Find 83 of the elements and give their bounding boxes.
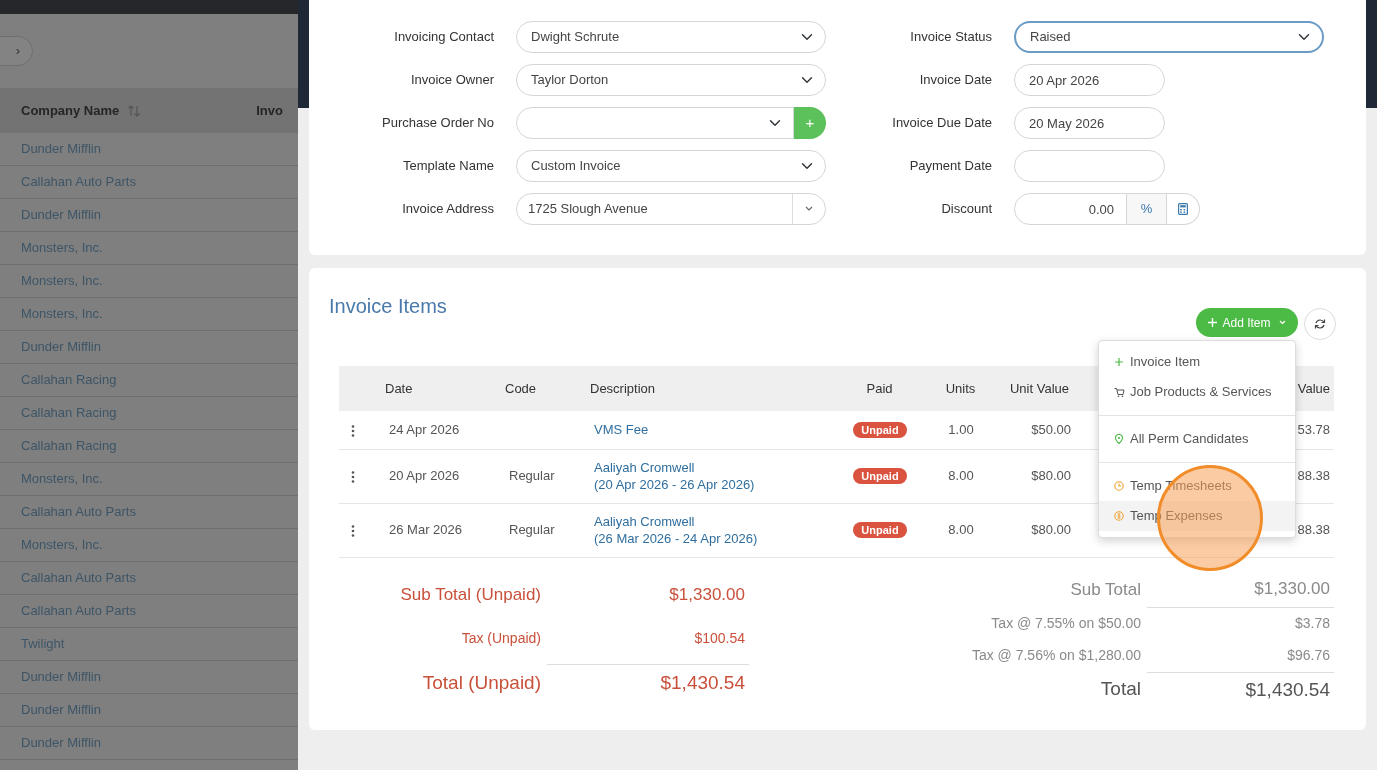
plus-icon — [1208, 318, 1218, 327]
total-label: Sub Total (Unpaid) — [399, 584, 541, 607]
amount-text: 88.38 — [1297, 522, 1330, 538]
percent-button[interactable]: % — [1127, 193, 1167, 225]
select-field[interactable]: Taylor Dorton — [516, 64, 826, 96]
date-field[interactable]: 20 May 2026 — [1014, 107, 1165, 139]
total-value: $96.76 — [1287, 646, 1330, 665]
field-label: Payment Date — [909, 158, 992, 174]
field-label: Invoice Status — [910, 29, 992, 45]
total-value: $3.78 — [1294, 614, 1330, 633]
total-value: $1,330.00 — [669, 584, 745, 607]
field-label: Invoice Owner — [410, 72, 494, 88]
plus-icon — [1114, 356, 1125, 368]
total-label: Tax @ 7.56% on $1,280.00 — [970, 646, 1141, 665]
refresh-icon — [1314, 318, 1326, 330]
status-badge: Unpaid — [853, 468, 907, 485]
kebab-menu-icon[interactable] — [351, 524, 355, 537]
section-title: Invoice Items — [329, 294, 447, 319]
cart-icon — [1114, 386, 1125, 398]
date-field[interactable]: 20 Apr 2026 — [1014, 64, 1165, 96]
address-field[interactable]: 1725 Slough Avenue — [516, 193, 826, 225]
description-link[interactable]: Aaliyah Cromwell (20 Apr 2026 - 26 Apr 2026) — [594, 459, 838, 493]
field-label: Discount — [941, 201, 992, 217]
amount-text: $80.00 — [1031, 522, 1071, 538]
select-field[interactable]: Dwight Schrute — [516, 21, 826, 53]
coin-icon — [1114, 510, 1125, 522]
amount-text: 53.78 — [1297, 422, 1330, 437]
location-pin-icon — [1114, 433, 1125, 445]
column-header[interactable]: Value — [1297, 380, 1330, 396]
amount-text: 88.38 — [1297, 468, 1330, 484]
units-text: 8.00 — [948, 468, 974, 484]
amount-text: $80.00 — [1031, 468, 1071, 484]
status-badge: Unpaid — [853, 422, 907, 438]
code-text: Regular — [509, 468, 555, 484]
description-link[interactable]: VMS Fee — [594, 421, 838, 439]
date-text: 20 Apr 2026 — [389, 468, 460, 484]
code-text: Regular — [509, 522, 555, 538]
caret-icon — [1278, 320, 1286, 325]
units-text: 1.00 — [948, 422, 974, 437]
select-field[interactable]: Raised — [1014, 21, 1324, 53]
amount-text: $50.00 — [1031, 422, 1071, 437]
menu-item[interactable]: Job Products & Services — [1099, 377, 1295, 407]
select-field[interactable]: Custom Invoice — [516, 150, 826, 182]
total-value: $100.54 — [694, 629, 745, 648]
total-value: $1,430.54 — [1245, 677, 1330, 702]
column-header[interactable]: Description — [590, 380, 656, 396]
field-label: Purchase Order No — [382, 115, 494, 131]
description-link[interactable]: Aaliyah Cromwell (26 Mar 2026 - 24 Apr 2026) — [594, 513, 838, 547]
calculator-icon — [1178, 203, 1188, 215]
total-label: Total — [1099, 677, 1141, 702]
caret-icon — [805, 206, 813, 212]
discount-field[interactable]: 0.00 — [1014, 193, 1127, 225]
sort-icon — [127, 103, 142, 118]
total-value: $1,330.00 — [1254, 578, 1330, 601]
kebab-menu-icon[interactable] — [351, 470, 355, 483]
field-label: Invoice Date — [919, 72, 992, 88]
total-label: Total (Unpaid) — [421, 670, 541, 695]
status-badge: Unpaid — [853, 522, 907, 539]
column-header[interactable]: Code — [505, 380, 537, 396]
total-value: $1,430.54 — [660, 671, 745, 696]
units-text: 8.00 — [948, 522, 974, 538]
column-header[interactable]: Company Name — [21, 100, 120, 121]
date-field[interactable] — [1014, 150, 1165, 182]
next-page-button[interactable]: › — [0, 36, 33, 66]
field-label: Template Name — [402, 158, 494, 174]
menu-item[interactable]: All Perm Candidates — [1099, 424, 1295, 454]
menu-item[interactable]: Invoice Item — [1099, 347, 1295, 377]
date-text: 26 Mar 2026 — [389, 522, 462, 538]
total-label: Tax @ 7.55% on $50.00 — [990, 614, 1141, 633]
column-header[interactable]: Invo — [256, 100, 283, 121]
total-label: Tax (Unpaid) — [460, 629, 541, 648]
field-label: Invoice Address — [402, 201, 494, 217]
column-header[interactable]: Date — [385, 380, 413, 396]
total-label: Sub Total — [1069, 578, 1141, 601]
date-text: 24 Apr 2026 — [389, 422, 460, 437]
column-header[interactable]: Units — [945, 380, 976, 396]
column-header[interactable]: Paid — [866, 380, 893, 396]
refresh-button[interactable] — [1304, 308, 1336, 340]
add-item-button[interactable]: Add Item — [1196, 308, 1298, 337]
clock-icon — [1114, 480, 1125, 492]
kebab-menu-icon[interactable] — [351, 424, 355, 437]
field-label: Invoice Due Date — [892, 115, 992, 131]
field-label: Invoicing Contact — [394, 29, 494, 45]
